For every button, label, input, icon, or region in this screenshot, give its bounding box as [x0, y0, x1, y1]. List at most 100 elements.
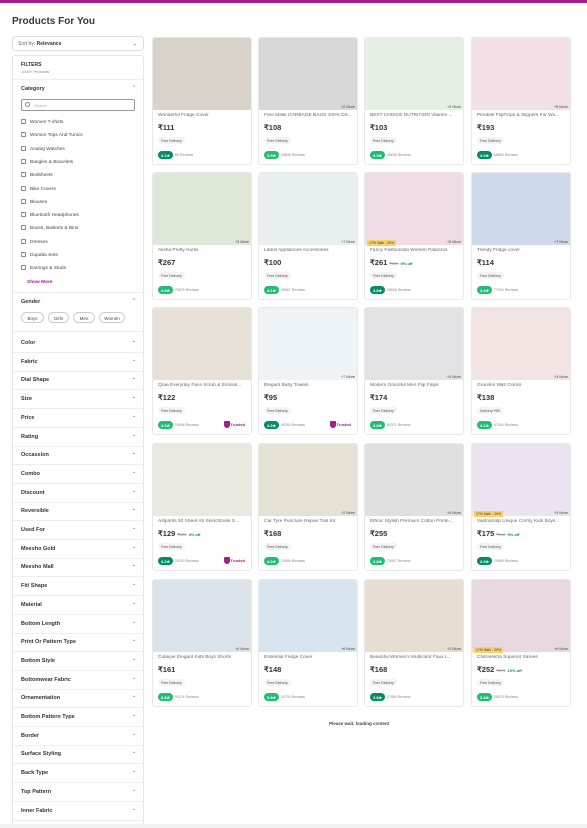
filter-section-header[interactable]: Combo: [21, 471, 40, 477]
chevron-down-icon[interactable]: ⌄: [132, 562, 136, 568]
product-card[interactable]: +7 More Latest Appliances Accessories ₹100…: [258, 172, 358, 300]
filter-section-header[interactable]: Fit/ Shape: [21, 583, 47, 589]
chevron-down-icon[interactable]: ⌄: [132, 338, 136, 344]
chevron-down-icon[interactable]: ⌄: [132, 656, 136, 662]
product-card[interactable]: Qraa Everyday Face Scrub & Exfoliat... ₹1…: [152, 307, 252, 435]
product-image[interactable]: [472, 173, 570, 245]
filter-section-header[interactable]: Border: [21, 733, 39, 739]
product-card[interactable]: Astprints 50 Sheet A5 Sketchbook S... ₹12…: [152, 443, 252, 571]
category-checkbox-item[interactable]: Blouses: [21, 198, 47, 205]
filter-section-header[interactable]: Material: [21, 602, 42, 608]
chevron-down-icon[interactable]: ⌄: [132, 450, 136, 456]
product-image[interactable]: [365, 580, 463, 652]
checkbox-icon[interactable]: [21, 132, 26, 138]
filter-section-header[interactable]: Bottom Style: [21, 658, 55, 664]
product-card[interactable]: +5 More Pitrobile FlipFlops & Slippers Fo…: [471, 37, 571, 165]
category-checkbox-item[interactable]: Women Tops And Tunics: [21, 132, 83, 138]
filter-section-header[interactable]: Ornamentation: [21, 695, 60, 701]
product-card[interactable]: +4 More Cutiepie Elegant Kids Boys Shorts…: [152, 579, 252, 707]
filter-section-header[interactable]: Size: [21, 396, 32, 402]
category-checkbox-item[interactable]: Earrings & Studs: [21, 265, 66, 271]
show-more-link[interactable]: Show More: [27, 280, 53, 285]
product-image[interactable]: [472, 38, 570, 110]
chevron-down-icon[interactable]: ⌄: [132, 525, 136, 531]
category-checkbox-item[interactable]: Bedsheets: [21, 172, 53, 178]
chevron-down-icon[interactable]: ⌄: [132, 394, 136, 400]
product-card[interactable]: 17% Sale - 20% +5 More Fancy Fashionista W…: [364, 172, 464, 300]
chevron-down-icon[interactable]: ⌄: [132, 787, 136, 793]
chevron-down-icon[interactable]: ⌄: [132, 544, 136, 550]
product-card[interactable]: 17% Sale - 20% +3 More Vastramlap Unique C…: [471, 443, 571, 571]
product-card[interactable]: +6 More Essential Fridge Cover ₹148 Free De…: [258, 579, 358, 707]
product-image[interactable]: [365, 38, 463, 110]
chevron-down-icon[interactable]: ⌄: [132, 768, 136, 774]
product-image[interactable]: [365, 444, 463, 516]
filter-section-header[interactable]: Bottom Length: [21, 621, 60, 627]
filter-section-header[interactable]: Meesho Mall: [21, 564, 54, 570]
chevron-up-icon[interactable]: ⌃: [132, 85, 136, 91]
checkbox-icon[interactable]: [21, 265, 26, 271]
chevron-down-icon[interactable]: ⌄: [132, 488, 136, 494]
chevron-down-icon[interactable]: ⌄: [132, 749, 136, 755]
chevron-down-icon[interactable]: ⌄: [132, 469, 136, 475]
checkbox-icon[interactable]: [21, 172, 26, 178]
chevron-down-icon[interactable]: ⌄: [132, 413, 136, 419]
gender-pill[interactable]: Men: [73, 312, 95, 323]
filter-section-header[interactable]: Used For: [21, 527, 45, 533]
product-card[interactable]: +7 More Elegant Baby Towels ₹95 Free Delive…: [258, 307, 358, 435]
checkbox-icon[interactable]: [21, 225, 26, 231]
product-card[interactable]: +2 More Beautiful Women's Multicolor Faux…: [364, 579, 464, 707]
filter-section-header[interactable]: Surface Styling: [21, 751, 61, 757]
product-image[interactable]: [365, 173, 463, 245]
chevron-down-icon[interactable]: ⌄: [132, 675, 136, 681]
category-checkbox-item[interactable]: Bangles & Bracelets: [21, 158, 73, 165]
filter-section-header[interactable]: Bottom Pattern Type: [21, 714, 75, 720]
product-image[interactable]: [153, 308, 251, 380]
filter-section-header[interactable]: Color: [21, 340, 35, 346]
chevron-down-icon[interactable]: ⌄: [132, 806, 136, 812]
filter-section-header[interactable]: Rating: [21, 434, 38, 440]
product-card[interactable]: +4 More Modern Graceful Men Flip Flops ₹17…: [364, 307, 464, 435]
filter-section-header[interactable]: Price: [21, 415, 34, 421]
chevron-down-icon[interactable]: ⌄: [132, 432, 136, 438]
product-image[interactable]: [259, 173, 357, 245]
product-card[interactable]: +2 More Car Tyre Puncture Repair Tool Kit…: [258, 443, 358, 571]
filter-section-header[interactable]: Meesho Gold: [21, 546, 56, 552]
filter-section-header[interactable]: Fabric: [21, 359, 38, 365]
filter-section-header[interactable]: Print Or Pattern Type: [21, 639, 76, 645]
filter-section-header[interactable]: Back Type: [21, 770, 48, 776]
filter-section-header[interactable]: Dial Shape: [21, 377, 49, 383]
filter-section-header[interactable]: Inner Fabric: [21, 808, 52, 814]
sort-dropdown[interactable]: Sort by: Relevance ⌄: [12, 36, 144, 51]
chevron-down-icon[interactable]: ⌄: [132, 731, 136, 737]
category-label[interactable]: Category: [21, 86, 45, 92]
chevron-up-icon[interactable]: ⌃: [132, 298, 136, 304]
checkbox-icon[interactable]: [21, 198, 26, 204]
product-image[interactable]: [472, 444, 570, 516]
checkbox-icon[interactable]: [21, 158, 26, 164]
checkbox-icon[interactable]: [21, 252, 26, 257]
product-card[interactable]: +3 More Graceful Wall Clocks ₹138 Delivery …: [471, 307, 571, 435]
gender-pill[interactable]: Girls: [48, 312, 69, 323]
category-checkbox-item[interactable]: Dupatta Sets: [21, 252, 58, 258]
filter-section-header[interactable]: Reversible: [21, 508, 49, 514]
category-checkbox-item[interactable]: Bluetooth Headphones: [21, 212, 79, 218]
product-card[interactable]: +7 More Trendy Fridge cover ₹114 Free Deliv…: [471, 172, 571, 300]
gender-pill[interactable]: Women: [99, 312, 125, 323]
product-image[interactable]: [472, 580, 570, 652]
product-card[interactable]: +3 More Alisha Pretty Kurtis ₹267 Free Deli…: [152, 172, 252, 300]
category-checkbox-item[interactable]: Dresses: [21, 238, 48, 245]
chevron-down-icon[interactable]: ⌄: [132, 693, 136, 699]
checkbox-icon[interactable]: [21, 119, 26, 124]
product-image[interactable]: [259, 38, 357, 110]
product-image[interactable]: [259, 580, 357, 652]
checkbox-icon[interactable]: [21, 185, 26, 191]
product-image[interactable]: [153, 580, 251, 652]
product-image[interactable]: [153, 444, 251, 516]
gender-pill[interactable]: Boys: [21, 312, 44, 323]
filter-section-header[interactable]: Top Pattern: [21, 789, 51, 795]
category-checkbox-item[interactable]: Women T-shirts: [21, 119, 63, 125]
category-checkbox-item[interactable]: Boxes, Baskets & Bins: [21, 225, 78, 231]
chevron-down-icon[interactable]: ⌄: [132, 581, 136, 587]
chevron-down-icon[interactable]: ⌄: [132, 375, 136, 381]
